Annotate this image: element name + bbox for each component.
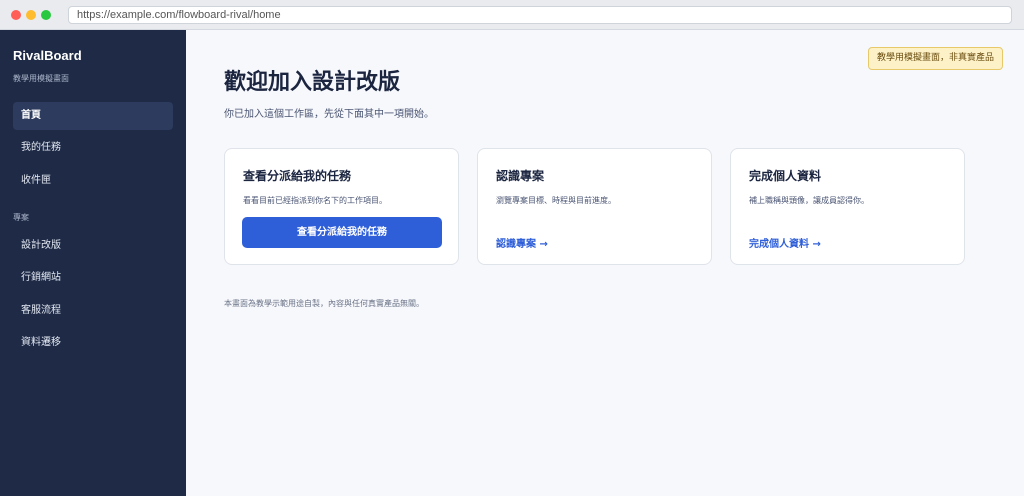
card-title: 認識專案 <box>496 169 545 183</box>
learn-project-link[interactable]: 認識專案 → <box>496 235 548 250</box>
footer-disclaimer: 本畫面為教學示範用途自製，內容與任何真實產品無關。 <box>224 299 424 308</box>
sidebar: RivalBoard 教學用模擬畫面 首頁 我的任務 收件匣 專案 設計改版 行… <box>0 30 186 496</box>
close-window-icon[interactable] <box>11 10 21 20</box>
sidebar-item-home[interactable]: 首頁 <box>13 102 173 130</box>
page-title: 歡迎加入設計改版 <box>224 70 401 95</box>
complete-profile-card: 完成個人資料 補上職稱與頭像，讓成員認得你。 完成個人資料 → <box>730 148 965 265</box>
assigned-tasks-card: 查看分派給我的任務 看看目前已經指派到你名下的工作項目。 查看分派給我的任務 <box>224 148 459 265</box>
page-subtitle: 你已加入這個工作區，先從下面其中一項開始。 <box>224 109 434 120</box>
card-description: 補上職稱與頭像，讓成員認得你。 <box>749 196 869 205</box>
card-description: 看看目前已經指派到你名下的工作項目。 <box>243 196 387 205</box>
card-description: 瀏覽專案目標、時程與目前進度。 <box>496 196 616 205</box>
browser-chrome: https://example.com/flowboard-rival/home <box>0 0 1024 30</box>
sidebar-item-my-tasks[interactable]: 我的任務 <box>13 134 173 162</box>
sidebar-item-design-revamp[interactable]: 設計改版 <box>13 232 173 260</box>
brand-subtitle: 教學用模擬畫面 <box>13 74 69 83</box>
address-bar[interactable]: https://example.com/flowboard-rival/home <box>68 6 1012 24</box>
brand-name: RivalBoard <box>13 48 82 63</box>
minimize-window-icon[interactable] <box>26 10 36 20</box>
card-title: 完成個人資料 <box>749 169 822 183</box>
sidebar-item-data-migration[interactable]: 資料遷移 <box>13 329 173 357</box>
maximize-window-icon[interactable] <box>41 10 51 20</box>
sidebar-item-marketing-site[interactable]: 行銷網站 <box>13 264 173 292</box>
complete-profile-link[interactable]: 完成個人資料 → <box>749 235 821 250</box>
view-assigned-tasks-button[interactable]: 查看分派給我的任務 <box>242 217 442 248</box>
card-title: 查看分派給我的任務 <box>243 169 352 183</box>
sidebar-item-inbox[interactable]: 收件匣 <box>13 167 173 195</box>
sidebar-item-support-flow[interactable]: 客服流程 <box>13 297 173 325</box>
demo-notice-badge: 教學用模擬畫面，非真實產品 <box>867 47 1003 70</box>
projects-section-label: 專案 <box>13 213 29 222</box>
learn-project-card: 認識專案 瀏覽專案目標、時程與目前進度。 認識專案 → <box>477 148 712 265</box>
